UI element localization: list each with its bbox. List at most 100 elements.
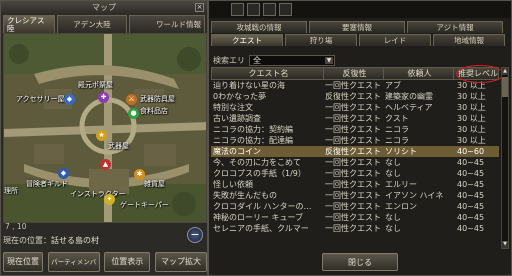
level-cell: 40~45 (457, 180, 485, 189)
armory-icon[interactable]: ★ (96, 130, 107, 141)
client-cell: ニコラ (385, 125, 409, 134)
client-cell: ヘルベティア (385, 103, 433, 112)
gatekeeper-icon[interactable]: ✦ (104, 194, 115, 205)
accessory-shop-icon[interactable]: ◆ (64, 94, 75, 105)
repeat-cell: 一回性クエスト (325, 158, 381, 167)
repeat-cell: 一回性クエスト (325, 169, 381, 178)
level-cell: 30 以上 (457, 92, 486, 101)
quest-name-cell: セレニアの手紙、クルマー (213, 224, 309, 233)
scroll-thumb[interactable] (502, 77, 508, 97)
map-label-supply: 食料品店 (140, 107, 168, 115)
shortcut-strip (209, 1, 511, 18)
table-row[interactable]: 辿り着けない星の海 一回性クエスト アブ 30 以上 (211, 80, 499, 91)
quest-rows: 辿り着けない星の海 一回性クエスト アブ 30 以上 0わかなった夢 反復性クエスト 建築家… (211, 80, 499, 234)
area-filter-label: 検索エリ (213, 56, 245, 65)
player-position-icon: ▲ (100, 159, 111, 170)
chevron-down-icon[interactable]: ▼ (325, 57, 333, 64)
table-row[interactable]: ニコラの協力：契約編 一回性クエスト ニコラ 30 以上 (211, 124, 499, 135)
map-label-gatekeeper: ゲートキーパー (120, 201, 169, 209)
map-label-temple: 殿元ポ祭屋 (78, 81, 113, 89)
quest-name-cell: 魔法のコイン (213, 147, 261, 156)
scroll-down-icon[interactable]: ▼ (502, 241, 508, 248)
table-row[interactable]: 今、その刃に力をこめて 一回性クエスト なし 40~45 (211, 157, 499, 168)
client-cell: エルリー (385, 180, 417, 189)
party-members-button[interactable]: パーティメンバ (47, 252, 100, 272)
header-repeat[interactable]: 反復性 (324, 68, 384, 79)
tab-raid[interactable]: レイド (359, 34, 431, 46)
tab-aden[interactable]: アデン大陸 (57, 15, 127, 33)
scroll-up-icon[interactable]: ▲ (502, 68, 508, 75)
client-cell: クスト (385, 114, 409, 123)
tab-siege-info[interactable]: 攻城戦の情報 (211, 21, 307, 33)
tab-region-info[interactable]: 地域情報 (433, 34, 505, 46)
table-row[interactable]: 失敗が生んだもの 一回性クエスト イアソン ハイネ 40~45 (211, 190, 499, 201)
map-title: マップ (1, 1, 207, 14)
skill-slot-icon[interactable] (231, 3, 244, 16)
table-row[interactable]: 特別な注文 一回性クエスト ヘルベティア 30 以上 (211, 102, 499, 113)
grocery-icon[interactable]: ✱ (134, 169, 145, 180)
repeat-cell: 一回性クエスト (325, 103, 381, 112)
zoom-out-button[interactable]: − (187, 227, 203, 243)
header-client[interactable]: 依頼人 (384, 68, 454, 79)
repeat-cell: 反復性クエスト (325, 92, 381, 101)
client-cell: ニコラ (385, 136, 409, 145)
skill-slot-icon[interactable] (279, 3, 292, 16)
quest-scrollbar[interactable]: ▲ ▼ (501, 67, 509, 249)
header-quest-name[interactable]: クエスト名 (212, 68, 324, 79)
tab-fortress-info[interactable]: 要塞情報 (309, 21, 405, 33)
table-row[interactable]: 古い遺跡調査 一回性クエスト クスト 30 以上 (211, 113, 499, 124)
level-cell: 40~45 (457, 224, 485, 233)
weapon-shop-icon[interactable]: ⚔ (126, 94, 137, 105)
repeat-cell: 一回性クエスト (325, 125, 381, 134)
table-row[interactable]: 魔法のコイン 反復性クエスト ソリシト 40~60 (211, 146, 499, 157)
info-tabs-top: 攻城戦の情報 要塞情報 アジト情報 (211, 21, 503, 33)
table-row[interactable]: クロコプスの手紙（1/9） 一回性クエスト なし 40~45 (211, 168, 499, 179)
location-line: 現在の位置：話せる島の村 (3, 234, 207, 248)
tab-world-info[interactable]: ワールド情報 (129, 15, 205, 33)
repeat-cell: 一回性クエスト (325, 136, 381, 145)
expand-map-button[interactable]: マップ拡大 (154, 252, 207, 272)
skill-slot-icon[interactable] (263, 3, 276, 16)
level-cell: 40~45 (457, 169, 485, 178)
map-label-guild: 冒険者ギルド (26, 180, 68, 188)
info-window: 攻城戦の情報 要塞情報 アジト情報 クエスト 狩り場 レイド 地域情報 検索エリ… (208, 0, 512, 276)
current-position-button[interactable]: 現在位置 (3, 252, 43, 272)
tab-hunting-grounds[interactable]: 狩り場 (285, 34, 357, 46)
highlight-circle (456, 65, 504, 83)
repeat-cell: 一回性クエスト (325, 180, 381, 189)
level-cell: 40~45 (457, 202, 485, 211)
client-cell: イアソン ハイネ (385, 191, 444, 200)
guild-icon[interactable]: ◆ (58, 168, 69, 179)
client-cell: なし (385, 224, 401, 233)
repeat-cell: 反復性クエスト (325, 147, 381, 156)
close-button[interactable]: 閉じる (322, 253, 398, 271)
map-close-button[interactable]: × (195, 3, 204, 12)
tab-hideout-info[interactable]: アジト情報 (407, 21, 503, 33)
table-row[interactable]: ニコラの協力：配達編 一回性クエスト ニコラ 30 以上 (211, 135, 499, 146)
table-row[interactable]: クロコダイル ハンターの… 一回性クエスト エンロン 40~45 (211, 201, 499, 212)
tab-quest[interactable]: クエスト (211, 34, 283, 46)
table-row[interactable]: 怪しい依頼 一回性クエスト エルリー 40~45 (211, 179, 499, 190)
map-view[interactable]: アクセサリー屋 殿元ポ祭屋 武器防具屋 食料品店 冒険者ギルド 雑貨屋 インスト… (3, 33, 207, 223)
temple-icon[interactable]: ✚ (98, 92, 109, 103)
repeat-cell: 一回性クエスト (325, 202, 381, 211)
area-filter-select[interactable]: 全 ▼ (249, 55, 335, 66)
level-cell: 40~45 (457, 191, 485, 200)
table-row[interactable]: セレニアの手紙、クルマー 一回性クエスト なし 40~45 (211, 223, 499, 234)
level-cell: 40~45 (457, 213, 485, 222)
show-position-button[interactable]: 位置表示 (104, 252, 151, 272)
quest-name-cell: クロコプスの手紙（1/9） (213, 169, 306, 178)
map-label-armory: 武器屋 (108, 142, 129, 150)
quest-name-cell: 今、その刃に力をこめて (213, 158, 301, 167)
client-cell: エンロン (385, 202, 417, 211)
quest-name-cell: 古い遺跡調査 (213, 114, 261, 123)
table-row[interactable]: 神秘のローリー キューブ 一回性クエスト なし 40~45 (211, 212, 499, 223)
info-tabs-bottom: クエスト 狩り場 レイド 地域情報 (211, 34, 505, 46)
quest-name-cell: 0わかなった夢 (213, 92, 267, 101)
skill-slot-icon[interactable] (247, 3, 260, 16)
food-shop-icon[interactable]: ● (128, 108, 139, 119)
quest-name-cell: 怪しい依頼 (213, 180, 253, 189)
tab-gracia[interactable]: クレシアス 陸 (3, 15, 55, 33)
table-row[interactable]: 0わかなった夢 反復性クエスト 建築家の幽霊 30 以上 (211, 91, 499, 102)
map-coordinates: 7 , 10 (5, 222, 27, 231)
